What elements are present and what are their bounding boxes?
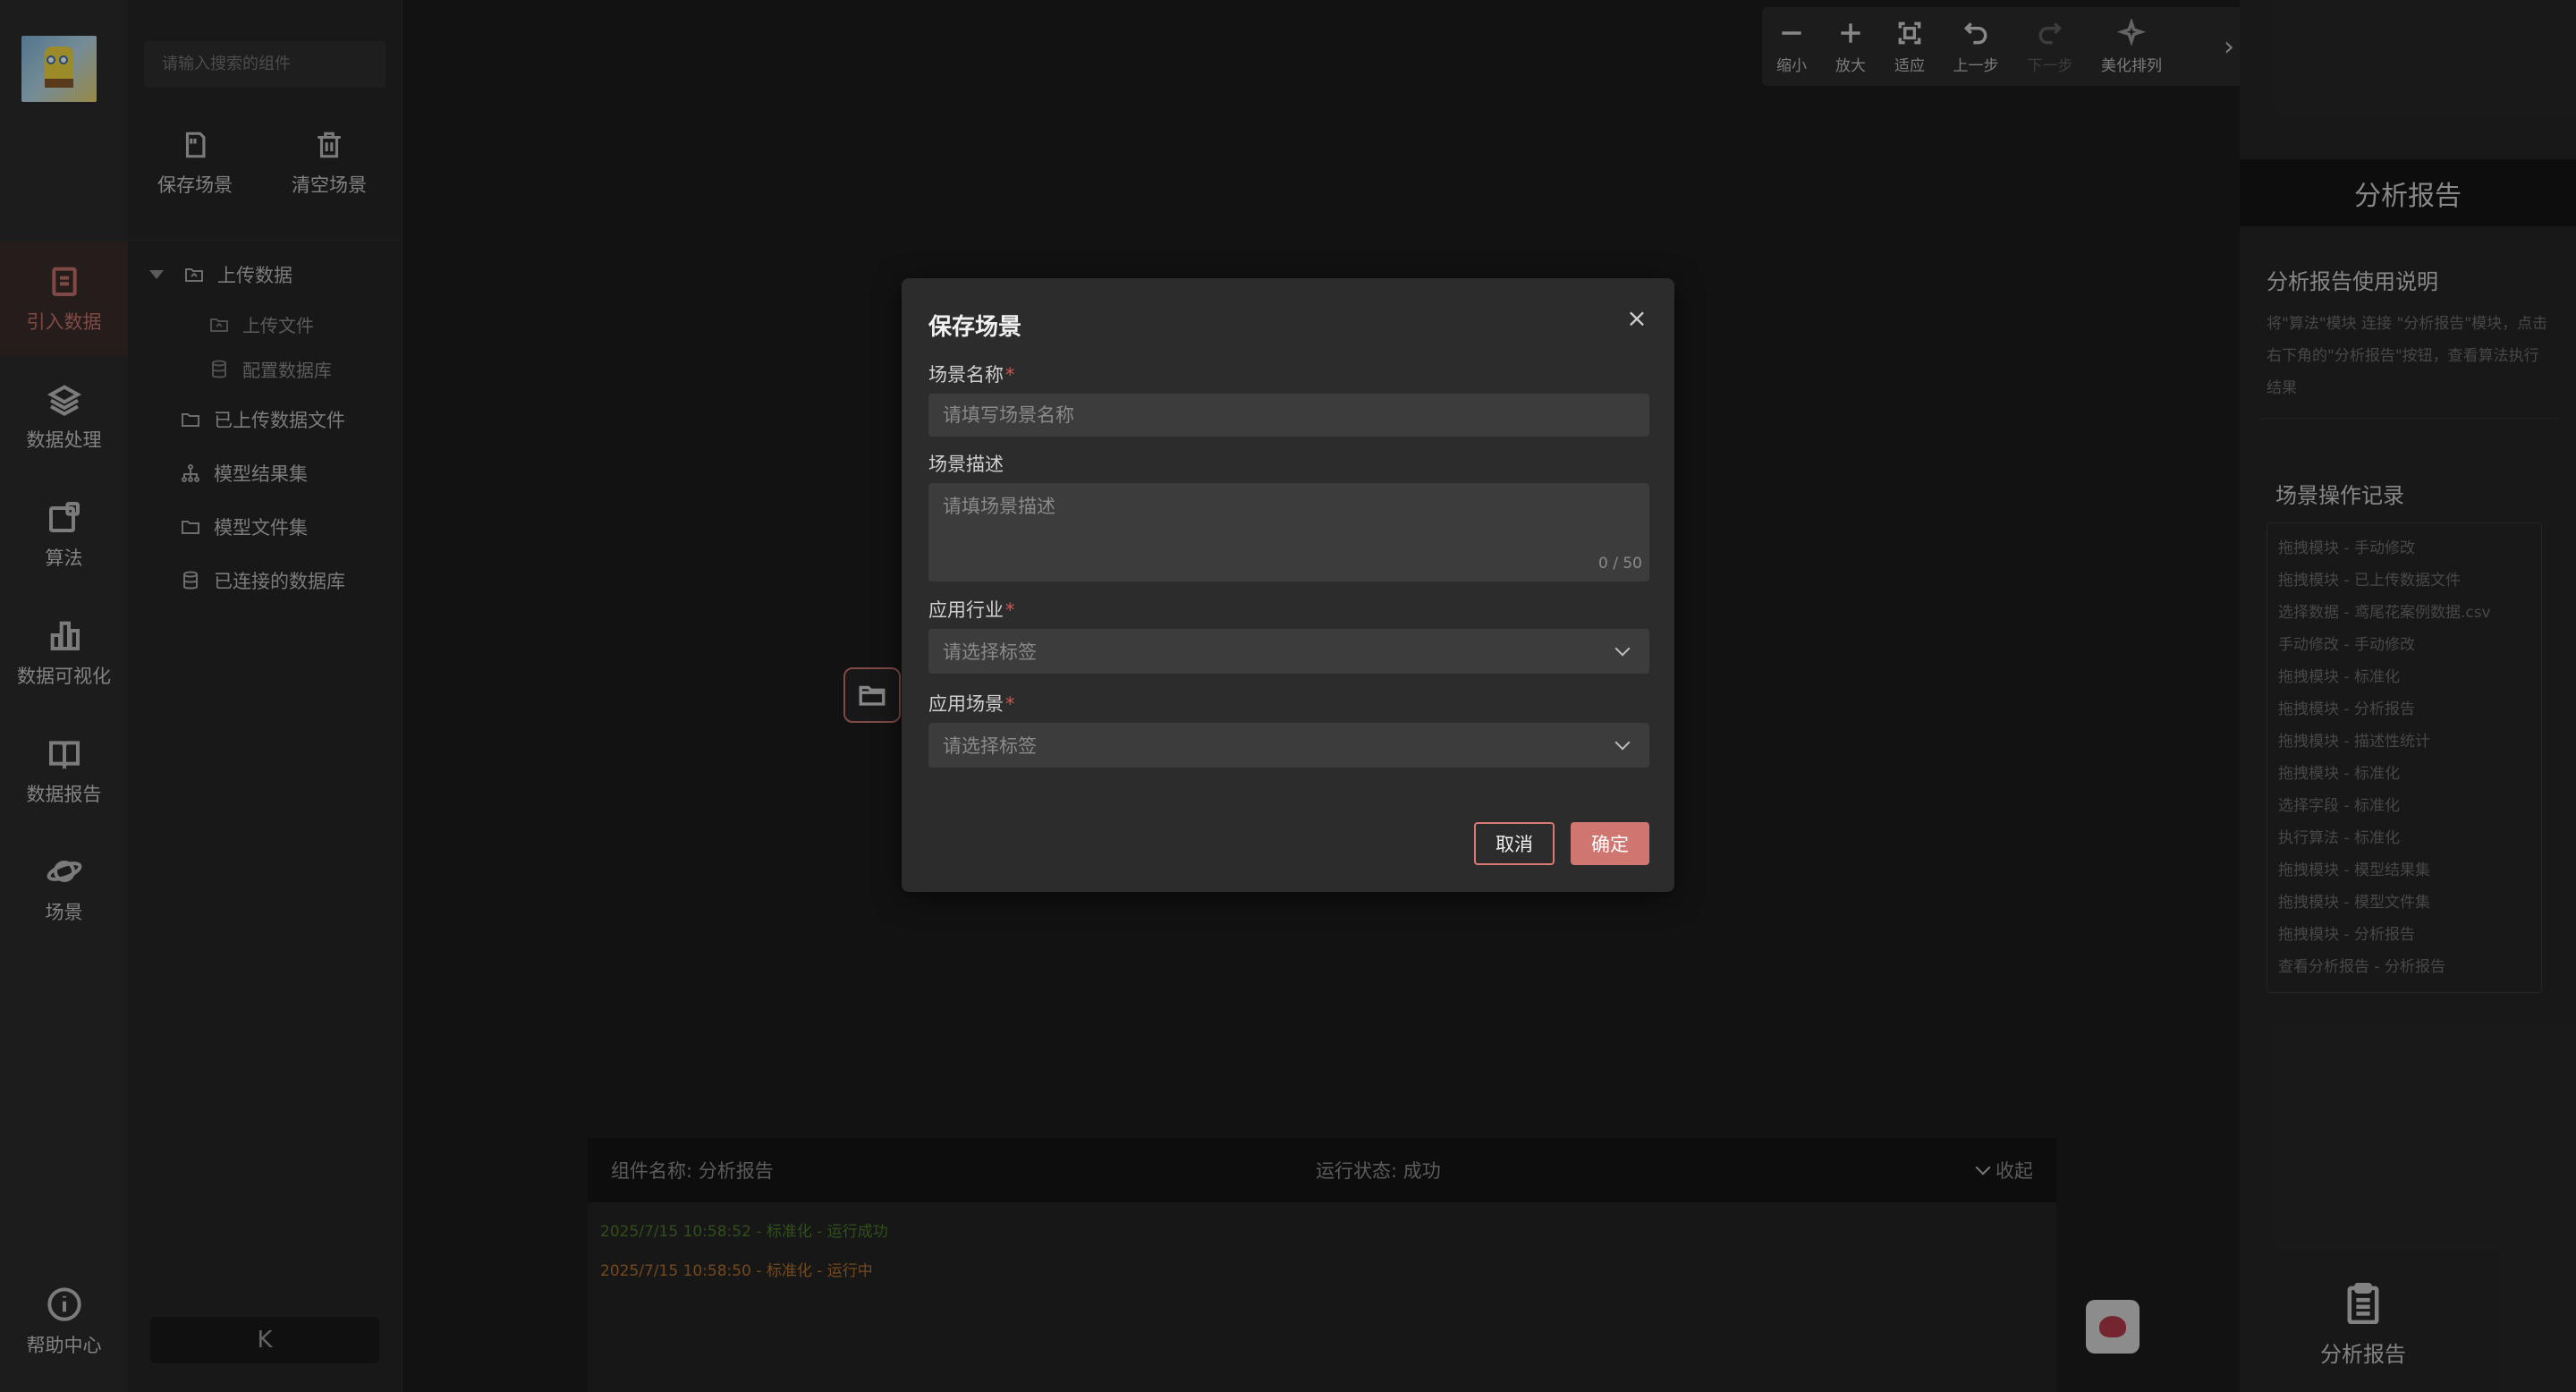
- required-mark: *: [1005, 364, 1015, 386]
- industry-select-placeholder: 请选择标签: [943, 641, 1037, 663]
- scene-type-select-placeholder: 请选择标签: [943, 735, 1037, 757]
- cancel-button[interactable]: 取消: [1474, 822, 1555, 865]
- industry-label-text: 应用行业: [928, 599, 1004, 621]
- save-scene-dialog: 保存场景 × 场景名称* 场景描述 0 / 50 应用行业* 请选择标签 应用场…: [902, 278, 1674, 892]
- desc-char-counter: 0 / 50: [1598, 555, 1642, 573]
- app-root: 引入数据 数据处理 算法 数据可视化 数据报告 场景 帮助中心 请输入搜索的组件…: [0, 0, 2576, 1392]
- required-mark: *: [1005, 693, 1015, 715]
- close-icon[interactable]: ×: [1623, 303, 1651, 333]
- industry-select[interactable]: 请选择标签: [928, 629, 1649, 674]
- confirm-button[interactable]: 确定: [1571, 822, 1649, 865]
- scene-desc-textarea[interactable]: [928, 483, 1649, 581]
- scene-type-label: 应用场景*: [928, 690, 1015, 717]
- scene-desc-label: 场景描述: [928, 454, 1004, 475]
- required-mark: *: [1005, 599, 1015, 621]
- scene-type-select[interactable]: 请选择标签: [928, 723, 1649, 768]
- industry-label: 应用行业*: [928, 596, 1015, 623]
- scene-name-input[interactable]: [928, 394, 1649, 437]
- chevron-down-icon: [1614, 641, 1631, 657]
- chevron-down-icon: [1614, 734, 1631, 751]
- scene-type-label-text: 应用场景: [928, 693, 1004, 715]
- dialog-title: 保存场景: [928, 314, 1022, 341]
- scene-name-label-text: 场景名称: [928, 364, 1004, 386]
- scene-name-label: 场景名称*: [928, 361, 1015, 387]
